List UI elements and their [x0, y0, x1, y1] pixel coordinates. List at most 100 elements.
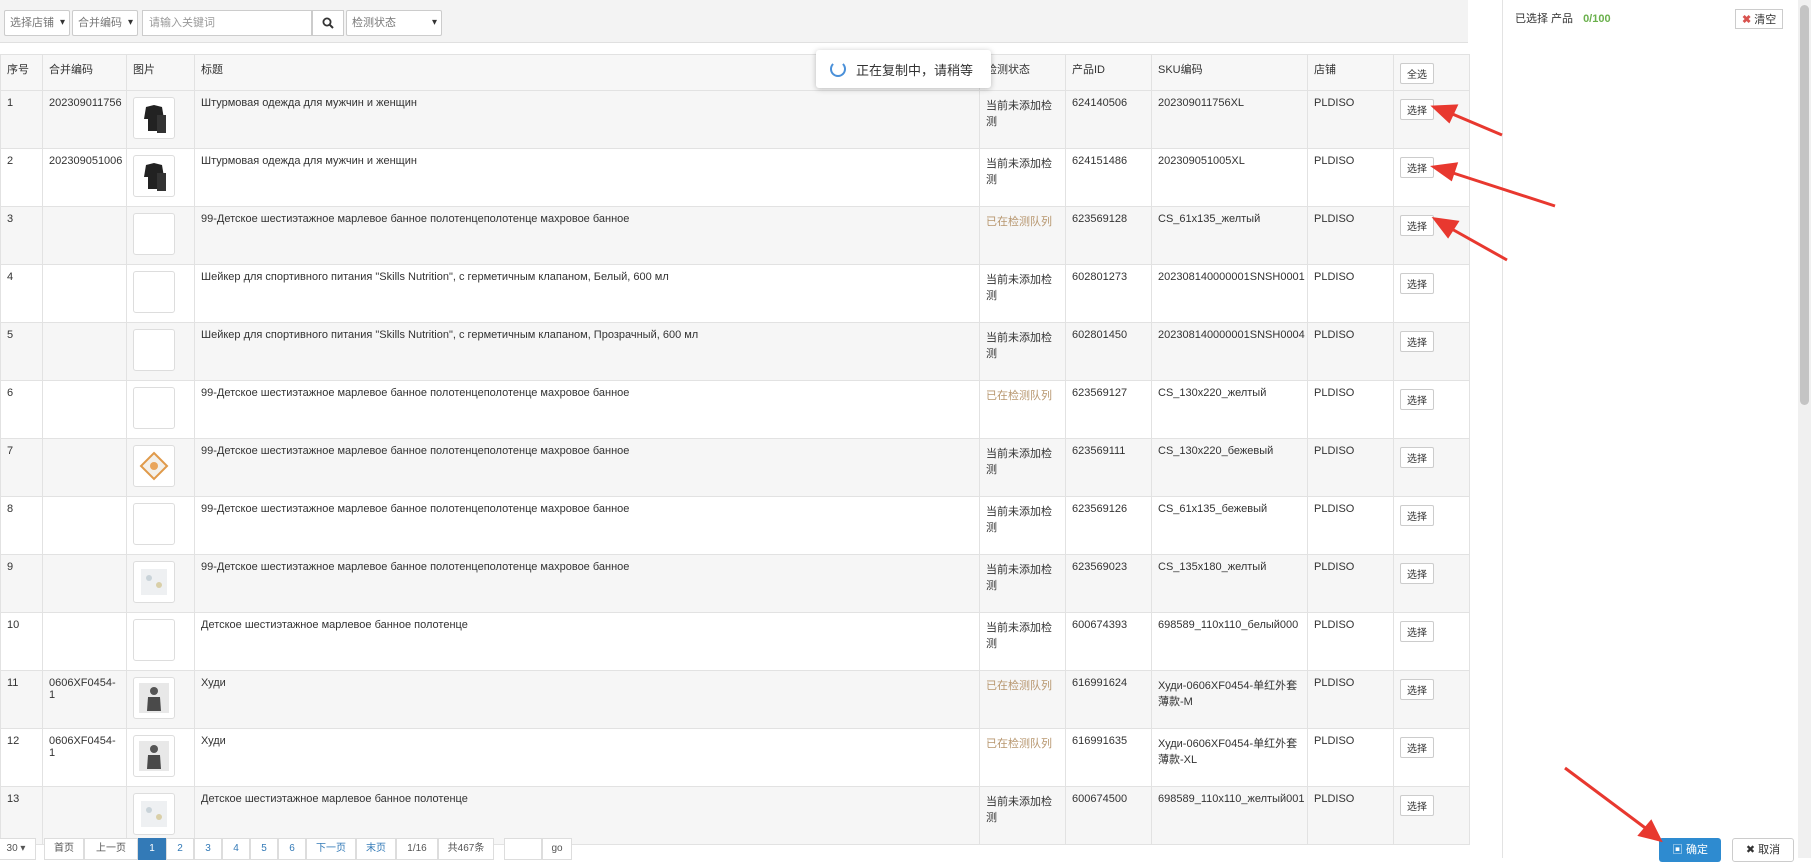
merge-code-select[interactable]: 合并编码 ▾ — [72, 10, 138, 36]
store-select[interactable]: 选择店铺 ▾ — [4, 10, 70, 36]
row-status: 已在检测队列 — [979, 728, 1066, 787]
select-button[interactable]: 选择 — [1400, 621, 1434, 642]
select-button[interactable]: 选择 — [1400, 215, 1434, 236]
row-status: 当前未添加检测 — [979, 496, 1066, 555]
product-thumbnail[interactable] — [133, 271, 175, 313]
page-size-select[interactable]: 30 ▾ — [0, 838, 36, 860]
row-no: 9 — [0, 554, 43, 613]
confirm-button[interactable]: ▣ 确定 — [1659, 838, 1721, 862]
select-all-button[interactable]: 全选 — [1400, 63, 1434, 84]
search-button[interactable] — [312, 10, 344, 36]
table-row: 11 0606XF0454-1 Худи 已在检测队列 616991624 Худи-06… — [0, 670, 1470, 729]
detection-status-select[interactable]: 检测状态 ▾ — [346, 10, 442, 36]
select-button[interactable]: 选择 — [1400, 157, 1434, 178]
product-thumbnail[interactable] — [133, 503, 175, 545]
clear-button[interactable]: ✖ 清空 — [1735, 9, 1784, 29]
cancel-button[interactable]: ✖ 取消 — [1732, 838, 1794, 862]
vertical-scrollbar[interactable] — [1798, 0, 1811, 858]
header-store: 店铺 — [1307, 54, 1394, 91]
select-button[interactable]: 选择 — [1400, 273, 1434, 294]
row-merge-code — [42, 206, 127, 265]
product-thumbnail[interactable] — [133, 155, 175, 197]
table-row: 2 202309051006 Штурмовая одежда для мужчин… — [0, 148, 1470, 207]
select-button[interactable]: 选择 — [1400, 331, 1434, 352]
row-merge-code — [42, 264, 127, 323]
row-store: PLDISO — [1307, 206, 1394, 265]
select-button[interactable]: 选择 — [1400, 795, 1434, 816]
scrollbar-thumb[interactable] — [1800, 5, 1809, 405]
hoodie-image — [139, 741, 169, 771]
product-thumbnail[interactable] — [133, 213, 175, 255]
table-row: 7 99-Детское шестиэтажное марлевое банное… — [0, 438, 1470, 497]
row-select-cell: 选择 — [1393, 670, 1470, 729]
chevron-down-icon: ▾ — [127, 17, 133, 28]
page-button-5[interactable]: 5 — [250, 838, 278, 860]
row-product-id: 623569128 — [1065, 206, 1152, 265]
table-row: 1 202309011756 Штурмовая одежда для мужчин… — [0, 90, 1470, 149]
towel-image — [141, 569, 167, 595]
page-button-1[interactable]: 1 — [138, 838, 166, 860]
select-button[interactable]: 选择 — [1400, 679, 1434, 700]
row-no: 3 — [0, 206, 43, 265]
row-image-cell — [126, 90, 195, 149]
toast-text: 正在复制中，请稍等 — [856, 62, 974, 78]
row-product-id: 600674500 — [1065, 786, 1152, 845]
table-row: 4 Шейкер для спортивного питания "Skills … — [0, 264, 1470, 323]
row-no: 4 — [0, 264, 43, 323]
product-thumbnail[interactable] — [133, 619, 175, 661]
first-page-button[interactable]: 首页 — [44, 838, 84, 860]
row-select-cell: 选择 — [1393, 438, 1470, 497]
product-thumbnail[interactable] — [133, 387, 175, 429]
header-status: 检测状态 — [979, 54, 1066, 91]
row-sku: Худи-0606XF0454-单红外套薄款-M — [1151, 670, 1308, 729]
status-select-value: 检测状态 — [352, 17, 396, 29]
select-button[interactable]: 选择 — [1400, 447, 1434, 468]
row-image-cell — [126, 438, 195, 497]
select-button[interactable]: 选择 — [1400, 737, 1434, 758]
page-button-4[interactable]: 4 — [222, 838, 250, 860]
row-status: 已在检测队列 — [979, 380, 1066, 439]
row-sku: 698589_110x110_желтый001 — [1151, 786, 1308, 845]
select-button[interactable]: 选择 — [1400, 563, 1434, 584]
last-page-button[interactable]: 末页 — [356, 838, 396, 860]
row-status: 当前未添加检测 — [979, 264, 1066, 323]
product-thumbnail[interactable] — [133, 97, 175, 139]
row-no: 1 — [0, 90, 43, 149]
go-button[interactable]: go — [542, 838, 572, 860]
row-merge-code — [42, 554, 127, 613]
search-input[interactable]: 请输入关键词 — [142, 10, 312, 36]
page-button-3[interactable]: 3 — [194, 838, 222, 860]
product-thumbnail[interactable] — [133, 793, 175, 835]
table-row: 9 99-Детское шестиэтажное марлевое банное… — [0, 554, 1470, 613]
table-row: 3 99-Детское шестиэтажное марлевое банное… — [0, 206, 1470, 265]
row-store: PLDISO — [1307, 438, 1394, 497]
product-thumbnail[interactable] — [133, 561, 175, 603]
selected-count-label: 已选择 产品 0/100 — [1515, 10, 1611, 26]
select-button[interactable]: 选择 — [1400, 99, 1434, 120]
page-size-value: 30 — [6, 843, 18, 854]
page-button-6[interactable]: 6 — [278, 838, 306, 860]
product-thumbnail[interactable] — [133, 329, 175, 371]
select-button[interactable]: 选择 — [1400, 505, 1434, 526]
product-thumbnail[interactable] — [133, 445, 175, 487]
jacket-image — [144, 163, 166, 191]
table-row: 5 Шейкер для спортивного питания "Skills … — [0, 322, 1470, 381]
product-thumbnail[interactable] — [133, 677, 175, 719]
next-page-button[interactable]: 下一页 — [306, 838, 356, 860]
loading-spinner-icon — [830, 61, 846, 77]
select-button[interactable]: 选择 — [1400, 389, 1434, 410]
prev-page-button[interactable]: 上一页 — [84, 838, 138, 860]
row-merge-code: 202309051006 — [42, 148, 127, 207]
selected-products-panel: 已选择 产品 0/100 ✖ 清空 — [1502, 0, 1801, 858]
row-status: 已在检测队列 — [979, 670, 1066, 729]
row-product-id: 602801273 — [1065, 264, 1152, 323]
row-select-cell: 选择 — [1393, 264, 1470, 323]
selected-label-text: 已选择 产品 — [1515, 13, 1574, 25]
page-button-2[interactable]: 2 — [166, 838, 194, 860]
row-store: PLDISO — [1307, 670, 1394, 729]
row-title: Шейкер для спортивного питания "Skills N… — [194, 322, 980, 381]
row-title: Детское шестиэтажное марлевое банное пол… — [194, 612, 980, 671]
goto-page-input[interactable] — [504, 838, 542, 860]
product-thumbnail[interactable] — [133, 735, 175, 777]
row-store: PLDISO — [1307, 322, 1394, 381]
